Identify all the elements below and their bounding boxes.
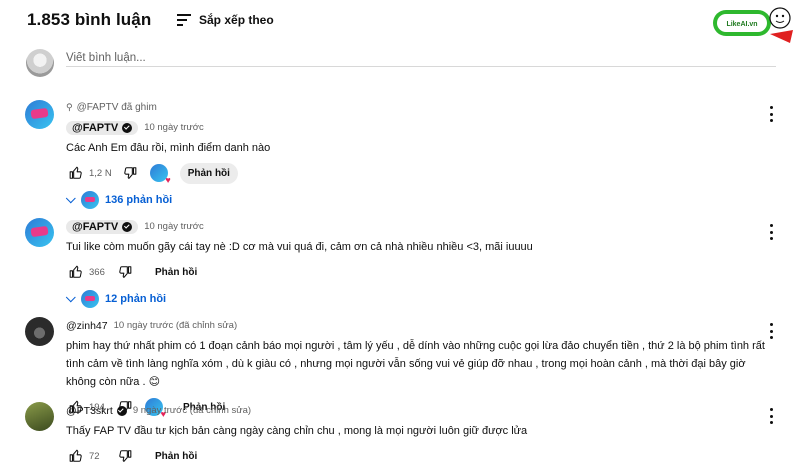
sort-label: Sắp xếp theo [199, 13, 274, 27]
input-underline [66, 66, 776, 67]
thumbs-up-icon [69, 449, 82, 462]
author-avatar[interactable] [25, 218, 54, 247]
comment-text: Tui like còm muốn gãy cái tay nè :D cơ m… [66, 241, 533, 253]
like-count: 1,2 N [89, 167, 112, 179]
like-count: 366 [89, 266, 105, 278]
reply-button[interactable]: Phản hồi [179, 162, 238, 184]
comment-time[interactable]: 10 ngày trước [144, 221, 204, 232]
chevron-down-icon [65, 192, 76, 203]
reply-button[interactable]: Phản hồi [147, 446, 205, 463]
pinned-indicator: ⚲ @FAPTV đã ghim [66, 100, 766, 114]
heart-icon: ♥ [165, 175, 171, 185]
author-handle: @PT3skrt [66, 404, 113, 417]
thumbs-down-icon [119, 266, 132, 278]
reply-button[interactable]: Phản hồi [147, 262, 205, 283]
pinned-label: @FAPTV đã ghim [76, 101, 157, 113]
more-actions-icon[interactable] [767, 106, 775, 122]
comment-count: 1.853 bình luận [27, 10, 152, 29]
like-button[interactable] [66, 262, 86, 282]
thumbs-up-icon [69, 166, 82, 179]
comment-time[interactable]: 10 ngày trước [144, 122, 204, 133]
author-name[interactable]: @PT3skrt [66, 405, 127, 417]
creator-heart-badge: ♥ [149, 164, 171, 185]
author-handle: @FAPTV [72, 220, 119, 233]
dislike-button[interactable] [115, 262, 135, 282]
replies-count-label: 12 phản hồi [105, 293, 167, 305]
author-avatar[interactable] [25, 317, 54, 346]
author-handle: @FAPTV [72, 121, 119, 134]
add-comment-row [26, 47, 776, 77]
comments-header: 1.853 bình luận Sắp xếp theo [27, 8, 274, 32]
comment-text: Thấy FAP TV đầu tư kịch bản càng ngày cà… [66, 425, 528, 437]
author-name[interactable]: @FAPTV [66, 219, 139, 234]
sort-icon [177, 14, 191, 26]
pin-icon: ⚲ [66, 101, 73, 112]
watermark-text: LikeAI.vn [726, 21, 757, 28]
thumbs-up-icon [69, 265, 82, 278]
view-replies-button[interactable]: 136 phản hồi [65, 190, 766, 210]
view-replies-button[interactable]: 12 phản hồi [65, 289, 766, 309]
current-user-avatar [26, 49, 54, 77]
replier-avatar [81, 290, 99, 308]
like-button[interactable] [66, 446, 86, 463]
comment-text: Các Anh Em đâu rồi, mình điểm danh nào [66, 142, 271, 154]
comment-actions: 1,2 N ♥ Phản hồi [66, 161, 766, 185]
thumbs-down-icon [123, 167, 137, 179]
replies-count-label: 136 phản hồi [105, 194, 173, 206]
verified-check-icon [116, 405, 127, 416]
thumbs-down-icon [119, 450, 132, 462]
verified-check-icon [122, 221, 133, 232]
replier-avatar [81, 191, 99, 209]
more-actions-icon[interactable] [767, 224, 775, 240]
dislike-button[interactable] [115, 446, 135, 463]
author-name[interactable]: @zinh47 [66, 320, 108, 332]
verified-check-icon [122, 122, 133, 133]
comment-time[interactable]: 10 ngày trước (đã chỉnh sửa) [114, 320, 238, 331]
chevron-down-icon [65, 291, 76, 302]
dislike-button[interactable] [120, 163, 140, 183]
comment-actions: 72 Phản hồi [66, 444, 766, 463]
author-name[interactable]: @FAPTV [66, 120, 139, 135]
more-actions-icon[interactable] [767, 408, 775, 424]
comment-text: phim hay thứ nhất phim có 1 đoạn cảnh bá… [66, 340, 765, 388]
comment-time[interactable]: 9 ngày trước (đã chỉnh sửa) [133, 405, 251, 416]
like-count: 72 [89, 450, 100, 462]
comment-actions: 366 Phản hồi [66, 260, 766, 284]
sort-button[interactable]: Sắp xếp theo [177, 8, 274, 32]
more-actions-icon[interactable] [767, 323, 775, 339]
author-avatar[interactable] [25, 100, 54, 129]
author-avatar[interactable] [25, 402, 54, 431]
like-button[interactable] [66, 163, 86, 183]
likeai-watermark-logo: LikeAI.vn [713, 7, 793, 43]
